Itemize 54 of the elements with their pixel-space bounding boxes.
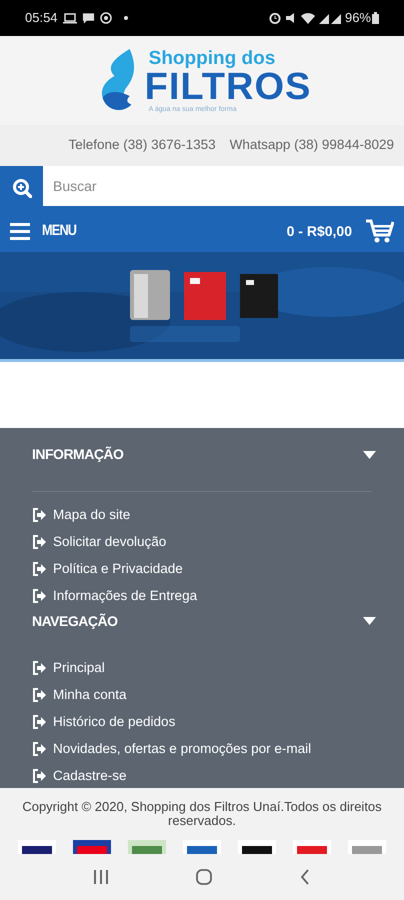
cart-button[interactable]: 0 - R$0,00 xyxy=(286,219,394,243)
sign-in-icon xyxy=(32,589,46,603)
payment-logo-icon xyxy=(128,840,166,854)
alarm-icon xyxy=(268,12,281,24)
dot-icon xyxy=(124,16,128,20)
footer-link[interactable]: Principal xyxy=(32,659,372,677)
payment-logo-icon xyxy=(73,840,111,854)
payment-logo-icon xyxy=(238,840,276,854)
payment-logo-icon xyxy=(293,840,331,854)
footer-link[interactable]: Cadastre-se xyxy=(32,767,372,785)
caret-icon xyxy=(363,450,376,458)
search-field[interactable]: Buscar xyxy=(43,166,404,206)
recent-apps-icon xyxy=(94,870,108,884)
sign-in-icon xyxy=(32,562,46,576)
footer-link[interactable]: Mapa do site xyxy=(32,506,372,524)
contact-text: Telefone (38) 3676-1353 xyxy=(68,136,216,154)
search-icon xyxy=(12,178,32,198)
status-time: 05:54 xyxy=(25,9,58,28)
logo-text: Shopping dos xyxy=(148,48,276,68)
battery-level: 96% xyxy=(344,9,371,28)
volume-icon xyxy=(284,12,297,24)
footer-link[interactable]: Solicitar devolução xyxy=(32,533,372,551)
caret-icon xyxy=(363,617,376,625)
sign-in-icon xyxy=(32,688,46,702)
logo-text: FILTROS xyxy=(144,68,312,106)
sign-in-icon xyxy=(32,508,46,522)
payment-logo-icon xyxy=(183,840,221,854)
menu-icon xyxy=(10,222,30,240)
cart-icon xyxy=(366,219,394,243)
wifi-icon xyxy=(300,12,315,24)
sign-in-icon xyxy=(32,742,46,756)
signal-icon xyxy=(318,12,341,24)
section-heading: NAVEGAÇÃO xyxy=(32,612,118,631)
home-icon xyxy=(196,869,212,885)
back-icon xyxy=(300,869,310,885)
camera-icon xyxy=(100,12,112,24)
sign-in-icon xyxy=(32,535,46,549)
sign-in-icon xyxy=(32,715,46,729)
battery-icon xyxy=(372,12,379,24)
footer-link[interactable]: Informações de Entrega xyxy=(32,587,372,605)
payment-logo-icon xyxy=(18,840,56,854)
payment-logo-icon xyxy=(348,840,386,854)
section-heading: INFORMAÇÃO xyxy=(32,445,124,464)
footer-link[interactable]: Histórico de pedidos xyxy=(32,713,372,731)
sign-in-icon xyxy=(32,769,46,783)
menu-button[interactable]: MENU xyxy=(10,220,80,242)
laptop-icon xyxy=(62,12,77,24)
footer-link[interactable]: Novidades, ofertas e promoções por e-mail xyxy=(32,740,372,758)
footer-link[interactable]: Política e Privacidade xyxy=(32,560,372,578)
chat-icon xyxy=(82,12,95,24)
sign-in-icon xyxy=(32,661,46,675)
footer-link[interactable]: Minha conta xyxy=(32,686,372,704)
copyright-text: Copyright © 2020, Shopping dos Filtros Unaí.Todos os direitos reservados. xyxy=(21,800,383,828)
contact-text: Whatsapp (38) 99844-8029 xyxy=(230,136,394,154)
